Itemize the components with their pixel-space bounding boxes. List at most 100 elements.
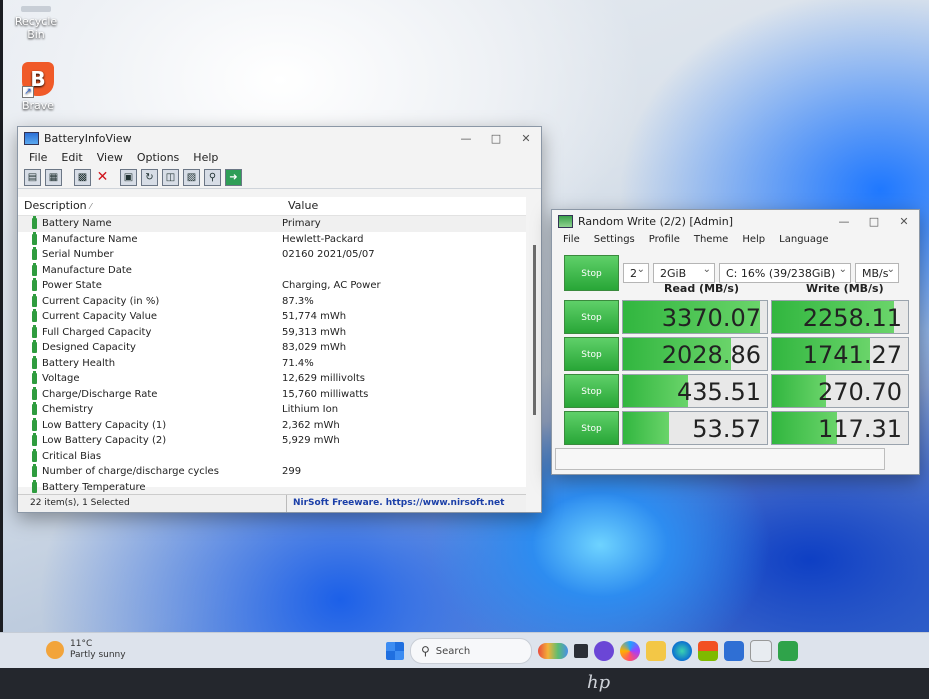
photos-icon[interactable]	[724, 641, 744, 661]
list-scrollbar[interactable]	[531, 215, 539, 445]
delete-icon[interactable]: ✕	[95, 169, 110, 185]
grid-icon[interactable]: ▩	[74, 168, 91, 186]
list-row[interactable]: Voltage 12,629 millivolts	[18, 371, 526, 387]
batteryinfoview-titlebar[interactable]: BatteryInfoView — □ ✕	[18, 127, 541, 149]
copilot-icon[interactable]	[620, 641, 640, 661]
battery-info-list: Description ⁄ Value Battery Name Primary …	[18, 197, 526, 493]
cdm-menu-file[interactable]: File	[556, 232, 587, 247]
list-row[interactable]: Designed Capacity 83,029 mWh	[18, 340, 526, 356]
read-result: 435.51	[622, 374, 768, 408]
scrollbar-thumb[interactable]	[533, 245, 536, 415]
cdm-menu-language[interactable]: Language	[772, 232, 835, 247]
find-icon[interactable]: ⚲	[204, 168, 221, 186]
test-count-select[interactable]: 2	[623, 260, 649, 283]
start-icon[interactable]	[386, 642, 404, 660]
battery-icon	[32, 278, 37, 292]
cdm-menu-profile[interactable]: Profile	[642, 232, 687, 247]
search-icon: ⚲	[421, 644, 430, 658]
widgets-icon[interactable]	[538, 643, 568, 659]
test-stop-button[interactable]: Stop	[564, 337, 619, 371]
battery-app-icon	[24, 131, 39, 145]
list-row[interactable]: Manufacture Name Hewlett-Packard	[18, 231, 526, 248]
battery-icon	[32, 216, 37, 230]
chat-icon[interactable]	[594, 641, 614, 661]
store-icon[interactable]	[698, 641, 718, 661]
read-result: 3370.07	[622, 300, 768, 334]
brave-label: Brave	[21, 99, 55, 112]
list-row[interactable]: Chemistry Lithium Ion	[18, 402, 526, 418]
cdm-maximize-button[interactable]: □	[859, 215, 889, 228]
list-row[interactable]: Number of charge/discharge cycles 299	[18, 464, 526, 480]
menu-file[interactable]: File	[22, 149, 54, 166]
minimize-button[interactable]: —	[451, 132, 481, 145]
test-stop-button[interactable]: Stop	[564, 300, 619, 334]
list-row[interactable]: Critical Bias	[18, 448, 526, 465]
list-row[interactable]: Low Battery Capacity (1) 2,362 mWh	[18, 417, 526, 434]
maximize-button[interactable]: □	[481, 132, 511, 145]
unit-select[interactable]: MB/s	[855, 260, 899, 283]
list-row[interactable]: Serial Number 02160 2021/05/07	[18, 247, 526, 263]
weather-widget[interactable]: 11°C Partly sunny	[46, 639, 126, 661]
copy-all-icon[interactable]: ◫	[162, 168, 179, 186]
exit-icon[interactable]: ➜	[225, 168, 242, 186]
refresh-icon[interactable]: ↻	[141, 168, 158, 186]
desktop-icon-recycle-bin[interactable]: Recycle Bin	[6, 6, 66, 41]
task-view-icon[interactable]	[574, 644, 588, 658]
list-row[interactable]: Battery Health 71.4%	[18, 355, 526, 372]
properties-icon[interactable]: ▤	[24, 168, 41, 186]
test-stop-button[interactable]: Stop	[564, 374, 619, 408]
html-report-icon[interactable]: ▨	[183, 168, 200, 186]
screen-left-edge	[0, 0, 3, 668]
list-row[interactable]: Power State Charging, AC Power	[18, 278, 526, 294]
all-stop-button[interactable]: Stop	[564, 255, 619, 291]
partly-sunny-icon	[46, 641, 64, 659]
cdm-minimize-button[interactable]: —	[829, 215, 859, 228]
drive-select[interactable]: C: 16% (39/238GiB)	[719, 260, 851, 283]
close-button[interactable]: ✕	[511, 132, 541, 145]
disk-app-icon	[558, 214, 573, 228]
cdm-close-button[interactable]: ✕	[889, 215, 919, 228]
status-nirsoft-link[interactable]: NirSoft Freeware. https://www.nirsoft.ne…	[287, 495, 504, 512]
battery-icon	[32, 386, 37, 400]
battery-icon	[32, 231, 37, 245]
copy-icon[interactable]: ▦	[45, 168, 62, 186]
list-row[interactable]: Manufacture Date	[18, 262, 526, 279]
read-column-header: Read (MB/s)	[664, 282, 740, 295]
menu-help[interactable]: Help	[186, 149, 225, 166]
battery-icon	[32, 324, 37, 338]
menu-view[interactable]: View	[90, 149, 130, 166]
result-row: Stop 53.57 117.31	[564, 411, 909, 445]
cdm-menu-settings[interactable]: Settings	[587, 232, 642, 247]
batteryinfoview-taskbar-icon[interactable]	[750, 640, 772, 662]
edge-icon[interactable]	[672, 641, 692, 661]
save-icon[interactable]: ▣	[120, 168, 137, 186]
write-result: 117.31	[771, 411, 909, 445]
desktop-icon-brave[interactable]: B ↗ Brave	[8, 62, 68, 112]
list-row[interactable]: Current Capacity (in %) 87.3%	[18, 293, 526, 310]
battery-icon	[32, 247, 37, 261]
list-row[interactable]: Full Charged Capacity 59,313 mWh	[18, 324, 526, 341]
column-header-description[interactable]: Description ⁄	[18, 197, 284, 215]
list-header: Description ⁄ Value	[18, 197, 526, 216]
hp-logo: hp	[587, 672, 611, 693]
comment-field[interactable]	[555, 448, 885, 470]
list-row[interactable]: Battery Name Primary	[18, 216, 526, 232]
list-row[interactable]: Battery Temperature	[18, 479, 526, 496]
cdm-menu-theme[interactable]: Theme	[687, 232, 736, 247]
batteryinfoview-window: BatteryInfoView — □ ✕ File Edit View Opt…	[17, 126, 542, 513]
list-row[interactable]: Low Battery Capacity (2) 5,929 mWh	[18, 433, 526, 449]
column-header-value[interactable]: Value	[284, 197, 318, 215]
crystaldiskmark-taskbar-icon[interactable]	[778, 641, 798, 661]
file-explorer-icon[interactable]	[646, 641, 666, 661]
menu-edit[interactable]: Edit	[54, 149, 89, 166]
cdm-titlebar[interactable]: Random Write (2/2) [Admin] — □ ✕	[552, 210, 919, 232]
taskbar-search[interactable]: ⚲ Search	[410, 638, 532, 664]
menu-options[interactable]: Options	[130, 149, 186, 166]
list-row[interactable]: Current Capacity Value 51,774 mWh	[18, 309, 526, 325]
test-size-select[interactable]: 2GiB	[653, 260, 715, 283]
battery-icon	[32, 433, 37, 447]
list-row[interactable]: Charge/Discharge Rate 15,760 milliwatts	[18, 386, 526, 403]
battery-icon	[32, 464, 37, 478]
test-stop-button[interactable]: Stop	[564, 411, 619, 445]
cdm-menu-help[interactable]: Help	[735, 232, 772, 247]
